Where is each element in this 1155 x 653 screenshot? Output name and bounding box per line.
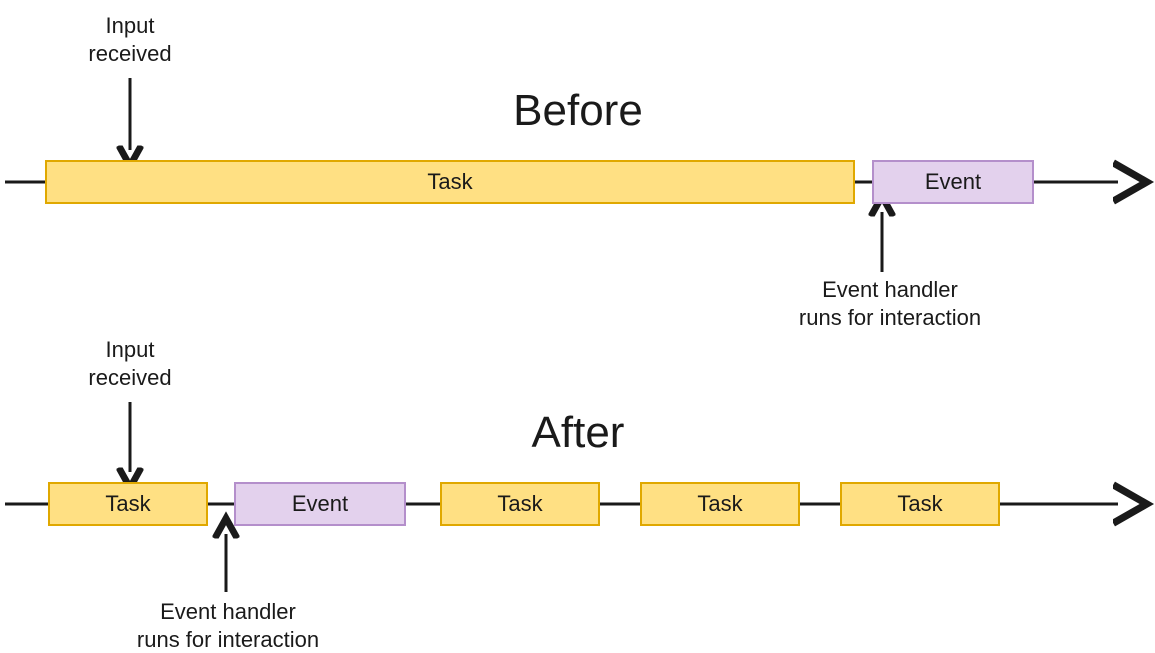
before-event-block: Event <box>872 160 1034 204</box>
after-task-block-4: Task <box>840 482 1000 526</box>
before-handler-label: Event handler runs for interaction <box>780 276 1000 331</box>
before-input-received-label: Input received <box>60 12 200 67</box>
after-task-3-label: Task <box>697 491 742 517</box>
after-task-1-label: Task <box>105 491 150 517</box>
before-task-block: Task <box>45 160 855 204</box>
diagram-canvas: Before Input received Task Event Event h… <box>0 0 1155 647</box>
after-event-block: Event <box>234 482 406 526</box>
before-heading: Before <box>378 86 778 136</box>
after-event-label: Event <box>292 491 348 517</box>
after-task-2-label: Task <box>497 491 542 517</box>
after-task-block-2: Task <box>440 482 600 526</box>
before-event-label: Event <box>925 169 981 195</box>
after-task-block-3: Task <box>640 482 800 526</box>
after-input-received-label: Input received <box>60 336 200 391</box>
before-task-label: Task <box>427 169 472 195</box>
after-task-4-label: Task <box>897 491 942 517</box>
after-task-block-1: Task <box>48 482 208 526</box>
after-heading: After <box>378 408 778 458</box>
after-handler-label: Event handler runs for interaction <box>118 598 338 653</box>
